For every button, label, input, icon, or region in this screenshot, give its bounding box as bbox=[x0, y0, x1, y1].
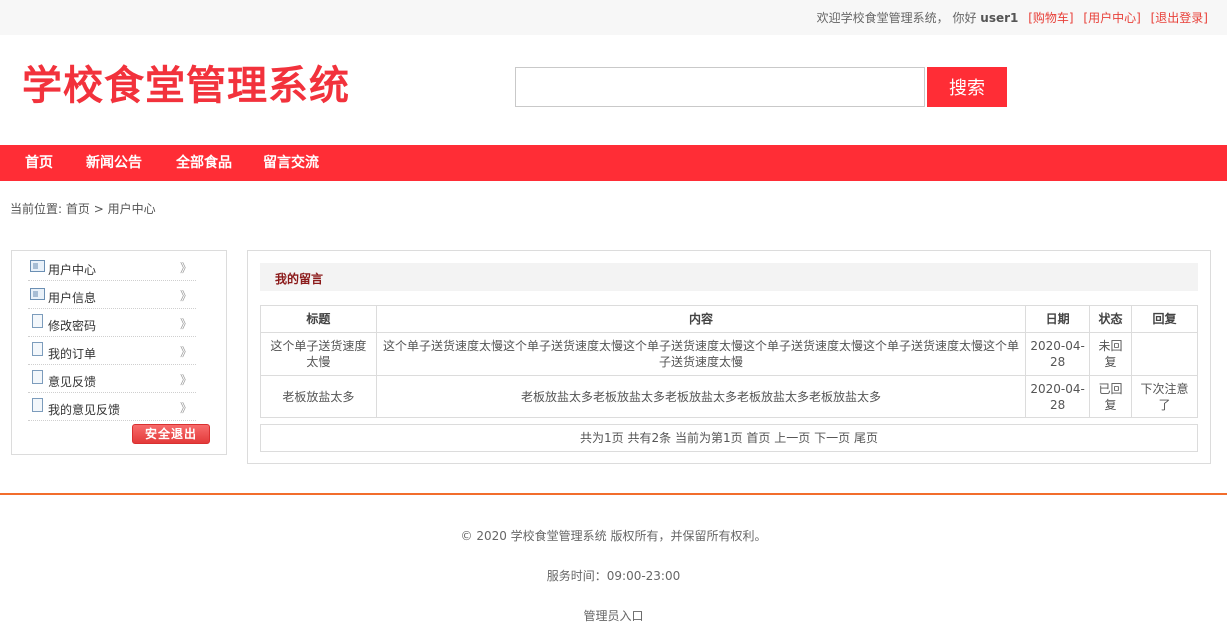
sidebar-item-label: 用户中心 bbox=[48, 263, 97, 277]
sidebar-item-label: 用户信息 bbox=[48, 291, 97, 305]
breadcrumb: 当前位置: 首页 > 用户中心 bbox=[10, 200, 156, 217]
sidebar-item-feedback[interactable]: 意见反馈 》 bbox=[28, 365, 196, 393]
top-bar: 欢迎学校食堂管理系统， 你好 user1 [购物车] [用户中心] [退出登录] bbox=[0, 0, 1227, 35]
table-row: 老板放盐太多 老板放盐太多老板放盐太多老板放盐太多老板放盐太多老板放盐太多 20… bbox=[260, 375, 1198, 418]
footer-copyright: © 2020 学校食堂管理系统 版权所有，并保留所有权利。 bbox=[460, 529, 767, 543]
sidebar-item-label: 修改密码 bbox=[48, 319, 97, 333]
document-icon bbox=[32, 370, 43, 384]
nav-home[interactable]: 首页 bbox=[25, 145, 53, 181]
document-icon bbox=[32, 342, 43, 356]
cell-reply: 下次注意了 bbox=[1131, 375, 1198, 418]
cell-title: 这个单子送货速度太慢 bbox=[260, 332, 377, 376]
pager-total-pages: 共为1页 bbox=[580, 431, 624, 445]
sidebar-item-my-orders[interactable]: 我的订单 》 bbox=[28, 337, 196, 365]
breadcrumb-prefix: 当前位置: bbox=[10, 202, 66, 216]
panel-title: 我的留言 bbox=[275, 272, 324, 286]
cart-link[interactable]: [购物车] bbox=[1028, 11, 1073, 25]
chevron-right-icon: 》 bbox=[179, 289, 192, 303]
document-icon bbox=[32, 398, 43, 412]
nav-news[interactable]: 新闻公告 bbox=[86, 145, 142, 181]
footer-service-hours: 服务时间：09:00-23:00 bbox=[546, 569, 681, 583]
cell-date: 2020-04-28 bbox=[1025, 332, 1091, 376]
nav-foods[interactable]: 全部食品 bbox=[176, 145, 232, 181]
cell-title: 老板放盐太多 bbox=[260, 375, 377, 418]
safe-logout-button[interactable]: 安全退出 bbox=[132, 424, 210, 444]
chevron-right-icon: 》 bbox=[179, 373, 192, 387]
column-header-content: 内容 bbox=[375, 305, 1027, 333]
username: user1 bbox=[980, 11, 1019, 25]
id-card-icon bbox=[30, 260, 45, 272]
sidebar-item-label: 意见反馈 bbox=[48, 375, 97, 389]
messages-panel: 我的留言 标题 内容 日期 状态 回复 这个单子送货速度太慢 这个单子送货速度太… bbox=[247, 250, 1211, 464]
sidebar-item-label: 我的意见反馈 bbox=[48, 403, 121, 417]
sidebar-item-label: 我的订单 bbox=[48, 347, 97, 361]
column-header-title: 标题 bbox=[260, 305, 377, 333]
main-nav: 首页 新闻公告 全部食品 留言交流 bbox=[0, 145, 1227, 181]
logout-link[interactable]: [退出登录] bbox=[1151, 11, 1208, 25]
pager-current: 当前为第1页 bbox=[674, 431, 743, 445]
messages-table: 标题 内容 日期 状态 回复 这个单子送货速度太慢 这个单子送货速度太慢这个单子… bbox=[260, 305, 1198, 418]
cell-status: 已回复 bbox=[1089, 375, 1133, 418]
table-header-row: 标题 内容 日期 状态 回复 bbox=[260, 305, 1198, 333]
welcome-text: 欢迎学校食堂管理系统， 你好 bbox=[816, 11, 977, 25]
site-logo[interactable]: 学校食堂管理系统 bbox=[22, 52, 364, 120]
breadcrumb-current: 用户中心 bbox=[107, 202, 156, 216]
top-bar-links: 欢迎学校食堂管理系统， 你好 user1 [购物车] [用户中心] [退出登录] bbox=[817, 9, 1208, 26]
chevron-right-icon: 》 bbox=[179, 261, 192, 275]
search-button[interactable]: 搜索 bbox=[927, 67, 1007, 107]
column-header-date: 日期 bbox=[1025, 305, 1091, 333]
pager-last[interactable]: 尾页 bbox=[854, 431, 878, 445]
sidebar-item-user-info[interactable]: 用户信息 》 bbox=[28, 281, 196, 309]
sidebar-item-user-center[interactable]: 用户中心 》 bbox=[28, 253, 196, 281]
footer-admin-entry: 管理员入口 bbox=[0, 607, 1227, 624]
column-header-reply: 回复 bbox=[1131, 305, 1198, 333]
user-center-link[interactable]: [用户中心] bbox=[1083, 11, 1140, 25]
nav-messages[interactable]: 留言交流 bbox=[263, 145, 319, 181]
table-row: 这个单子送货速度太慢 这个单子送货速度太慢这个单子送货速度太慢这个单子送货速度太… bbox=[260, 332, 1198, 376]
cell-content: 这个单子送货速度太慢这个单子送货速度太慢这个单子送货速度太慢这个单子送货速度太慢… bbox=[375, 332, 1027, 376]
pager-first[interactable]: 首页 bbox=[746, 431, 770, 445]
footer-divider bbox=[0, 493, 1227, 495]
pagination: 共为1页 共有2条 当前为第1页 首页 上一页 下一页 尾页 bbox=[260, 424, 1198, 452]
chevron-right-icon: 》 bbox=[179, 401, 192, 415]
pager-next[interactable]: 下一页 bbox=[814, 431, 850, 445]
breadcrumb-separator: > bbox=[89, 202, 108, 216]
site-logo-text: 学校食堂管理系统 bbox=[22, 63, 350, 109]
pager-prev[interactable]: 上一页 bbox=[774, 431, 810, 445]
chevron-right-icon: 》 bbox=[179, 345, 192, 359]
id-card-icon bbox=[30, 288, 45, 300]
cell-status: 未回复 bbox=[1089, 332, 1133, 376]
search-input[interactable] bbox=[515, 67, 925, 107]
cell-date: 2020-04-28 bbox=[1025, 375, 1091, 418]
chevron-right-icon: 》 bbox=[179, 317, 192, 331]
panel-header: 我的留言 bbox=[260, 263, 1198, 291]
column-header-status: 状态 bbox=[1089, 305, 1133, 333]
user-sidebar: 用户中心 》 用户信息 》 修改密码 》 我的订单 》 意见反馈 》 我的意见反… bbox=[11, 250, 227, 455]
pager-total-items: 共有2条 bbox=[627, 431, 672, 445]
sidebar-item-change-password[interactable]: 修改密码 》 bbox=[28, 309, 196, 337]
cell-reply bbox=[1131, 332, 1198, 376]
admin-entry-link[interactable]: 管理员入口 bbox=[583, 609, 643, 623]
document-icon bbox=[32, 314, 43, 328]
cell-content: 老板放盐太多老板放盐太多老板放盐太多老板放盐太多老板放盐太多 bbox=[375, 375, 1027, 418]
sidebar-item-my-feedback[interactable]: 我的意见反馈 》 bbox=[28, 393, 196, 421]
breadcrumb-home[interactable]: 首页 bbox=[66, 202, 90, 216]
